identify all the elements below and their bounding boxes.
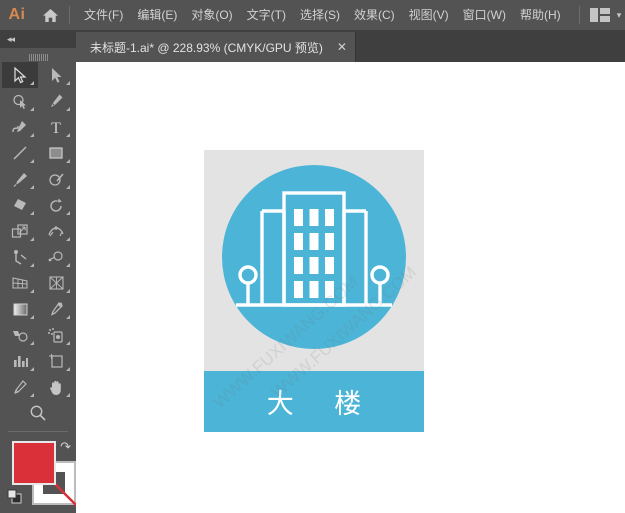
tool-options-corner	[30, 159, 34, 163]
tool-options-corner	[30, 393, 34, 397]
zoom-tool[interactable]	[2, 400, 74, 426]
tool-options-corner	[30, 263, 34, 267]
tool-options-corner	[66, 211, 70, 215]
fill-stroke-controls: ↷	[2, 437, 74, 511]
menu-divider	[69, 6, 70, 24]
menu-item-view[interactable]: 视图(V)	[402, 5, 456, 25]
app-logo: Ai	[0, 0, 34, 30]
document-canvas[interactable]: 大 楼 WWW.FUXIWANG.COM WWW.FUXIWANG.COM	[76, 62, 625, 513]
selection-tool[interactable]	[2, 62, 38, 88]
tool-options-corner	[66, 289, 70, 293]
slice-tool[interactable]	[2, 374, 38, 400]
menu-item-object[interactable]: 对象(O)	[184, 5, 239, 25]
curvature-tool[interactable]	[2, 114, 38, 140]
menu-item-list: 文件(F) 编辑(E) 对象(O) 文字(T) 选择(S) 效果(C) 视图(V…	[77, 5, 568, 25]
shape-builder-tool[interactable]	[38, 244, 74, 270]
panel-drag-handle[interactable]	[2, 48, 74, 62]
menu-item-select[interactable]: 选择(S)	[293, 5, 347, 25]
symbol-sprayer-tool[interactable]	[38, 322, 74, 348]
chevron-down-icon[interactable]: ▾	[613, 0, 625, 30]
perspective-grid-tool[interactable]	[2, 270, 38, 296]
tool-options-corner	[66, 185, 70, 189]
collapse-panel-icon[interactable]: ◂◂	[7, 34, 14, 45]
eyedropper-tool[interactable]	[38, 296, 74, 322]
mesh-tool[interactable]	[38, 270, 74, 296]
tool-options-corner	[66, 107, 70, 111]
toolbar-divider	[8, 431, 68, 432]
tool-grid: T	[2, 62, 74, 426]
tool-options-corner	[30, 315, 34, 319]
artboard-tool[interactable]	[38, 348, 74, 374]
rectangle-tool[interactable]	[38, 140, 74, 166]
swap-fill-stroke-icon[interactable]: ↷	[60, 439, 71, 455]
width-tool[interactable]	[38, 218, 74, 244]
tool-options-corner	[66, 159, 70, 163]
tool-options-corner	[30, 367, 34, 371]
pen-tool[interactable]	[38, 88, 74, 114]
document-tab[interactable]: 未标题-1.ai* @ 228.93% (CMYK/GPU 预览) ✕	[76, 32, 356, 62]
menu-item-file[interactable]: 文件(F)	[77, 5, 130, 25]
home-icon[interactable]	[34, 0, 66, 30]
document-tab-bar: 未标题-1.ai* @ 228.93% (CMYK/GPU 预览) ✕	[76, 30, 625, 62]
menu-item-effect[interactable]: 效果(C)	[347, 5, 402, 25]
tool-options-corner	[30, 211, 34, 215]
menu-item-edit[interactable]: 编辑(E)	[130, 5, 184, 25]
column-graph-tool[interactable]	[2, 348, 38, 374]
type-tool[interactable]: T	[38, 114, 74, 140]
tool-options-corner	[30, 341, 34, 345]
workspace-layout-icon[interactable]	[587, 0, 613, 30]
illustrator-window: Ai 文件(F) 编辑(E) 对象(O) 文字(T) 选择(S) 效果(C) 视…	[0, 0, 625, 513]
direct-selection-tool[interactable]	[38, 62, 74, 88]
hand-tool[interactable]	[38, 374, 74, 400]
tool-options-corner	[66, 263, 70, 267]
menu-divider-right	[579, 6, 580, 24]
menu-bar-right: ▾	[576, 0, 625, 30]
scale-tool[interactable]	[2, 218, 38, 244]
free-transform-tool[interactable]	[2, 244, 38, 270]
fill-swatch[interactable]	[12, 441, 56, 485]
close-icon[interactable]: ✕	[337, 41, 347, 53]
menu-item-window[interactable]: 窗口(W)	[456, 5, 513, 25]
tool-options-corner	[66, 393, 70, 397]
toolbar-header: ◂◂	[0, 30, 76, 48]
rotate-tool[interactable]	[38, 192, 74, 218]
svg-text:T: T	[51, 120, 61, 136]
tool-options-corner	[66, 341, 70, 345]
artwork-card[interactable]: 大 楼 WWW.FUXIWANG.COM WWW.FUXIWANG.COM	[204, 150, 424, 432]
default-fill-stroke-icon[interactable]	[7, 489, 23, 510]
tool-options-corner	[66, 367, 70, 371]
tool-options-corner	[30, 185, 34, 189]
menu-item-help[interactable]: 帮助(H)	[513, 5, 568, 25]
tool-options-corner	[30, 81, 34, 85]
tool-options-corner	[30, 133, 34, 137]
line-segment-tool[interactable]	[2, 140, 38, 166]
menu-item-type[interactable]: 文字(T)	[240, 5, 293, 25]
document-tab-title: 未标题-1.ai* @ 228.93% (CMYK/GPU 预览)	[90, 39, 323, 56]
blend-tool[interactable]	[2, 322, 38, 348]
label-band-text: 大 楼	[251, 382, 378, 421]
magic-wand-tool[interactable]	[2, 88, 38, 114]
eraser-tool[interactable]	[2, 192, 38, 218]
tool-options-corner	[30, 289, 34, 293]
tool-options-corner	[30, 107, 34, 111]
tools-panel: T	[2, 48, 74, 511]
shaper-tool[interactable]	[38, 166, 74, 192]
paintbrush-tool[interactable]	[2, 166, 38, 192]
tool-options-corner	[66, 133, 70, 137]
menu-bar: Ai 文件(F) 编辑(E) 对象(O) 文字(T) 选择(S) 效果(C) 视…	[0, 0, 625, 30]
office-building-icon	[222, 165, 406, 349]
tool-options-corner	[30, 237, 34, 241]
label-band: 大 楼	[204, 371, 424, 432]
tool-options-corner	[66, 237, 70, 241]
gradient-tool[interactable]	[2, 296, 38, 322]
tool-options-corner	[66, 81, 70, 85]
tool-options-corner	[66, 315, 70, 319]
